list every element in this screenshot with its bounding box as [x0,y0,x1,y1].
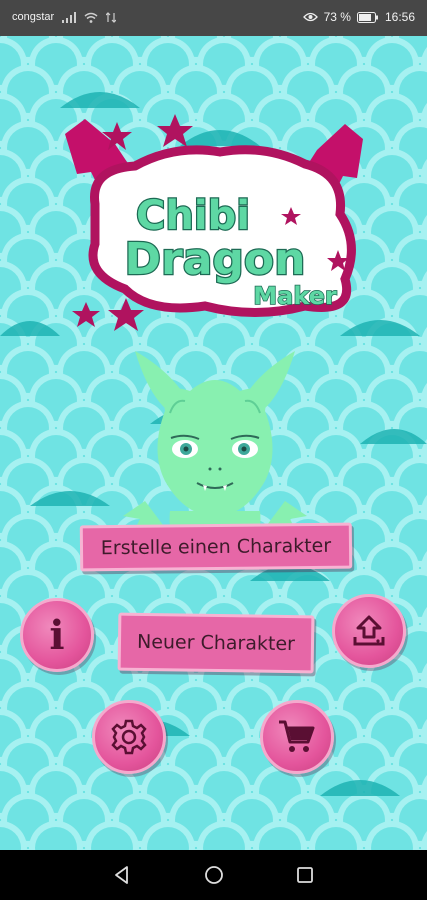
upload-icon [353,615,385,646]
info-button[interactable]: i [20,598,94,672]
clock: 16:56 [384,10,415,24]
new-character-label: Neuer Charakter [136,630,296,656]
create-character-label: Erstelle einen Charakter [100,534,332,560]
wifi-icon [84,12,98,23]
shop-button[interactable] [260,700,334,774]
data-icon [106,11,117,23]
carrier-label: congstar [12,11,55,23]
battery-icon [356,11,378,23]
battery-percent: 73 % [323,10,351,24]
app-screen: Chibi Dragon Maker Erstelle einen Charak… [0,36,427,850]
back-icon[interactable] [111,864,133,886]
create-character-button[interactable]: Erstelle einen Charakter [79,522,353,572]
settings-button[interactable] [92,700,166,774]
info-icon: i [49,611,65,659]
signal-icon [62,11,77,23]
chibi-dragon-maker-logo: Chibi Dragon Maker [65,114,363,331]
logo-title-dragon: Dragon [125,234,306,285]
gear-icon [111,719,147,755]
logo-title-chibi: Chibi [136,193,250,239]
system-navigation-bar [0,850,427,900]
status-bar: congstar 73 % 16:56 [0,0,427,36]
new-character-button[interactable]: Neuer Charakter [117,612,315,674]
shopping-cart-icon [279,720,315,752]
recent-apps-icon[interactable] [294,864,316,886]
upload-button[interactable] [332,594,406,668]
home-icon[interactable] [203,864,225,886]
eye-comfort-icon [302,12,318,22]
logo-title-maker: Maker [253,282,337,310]
